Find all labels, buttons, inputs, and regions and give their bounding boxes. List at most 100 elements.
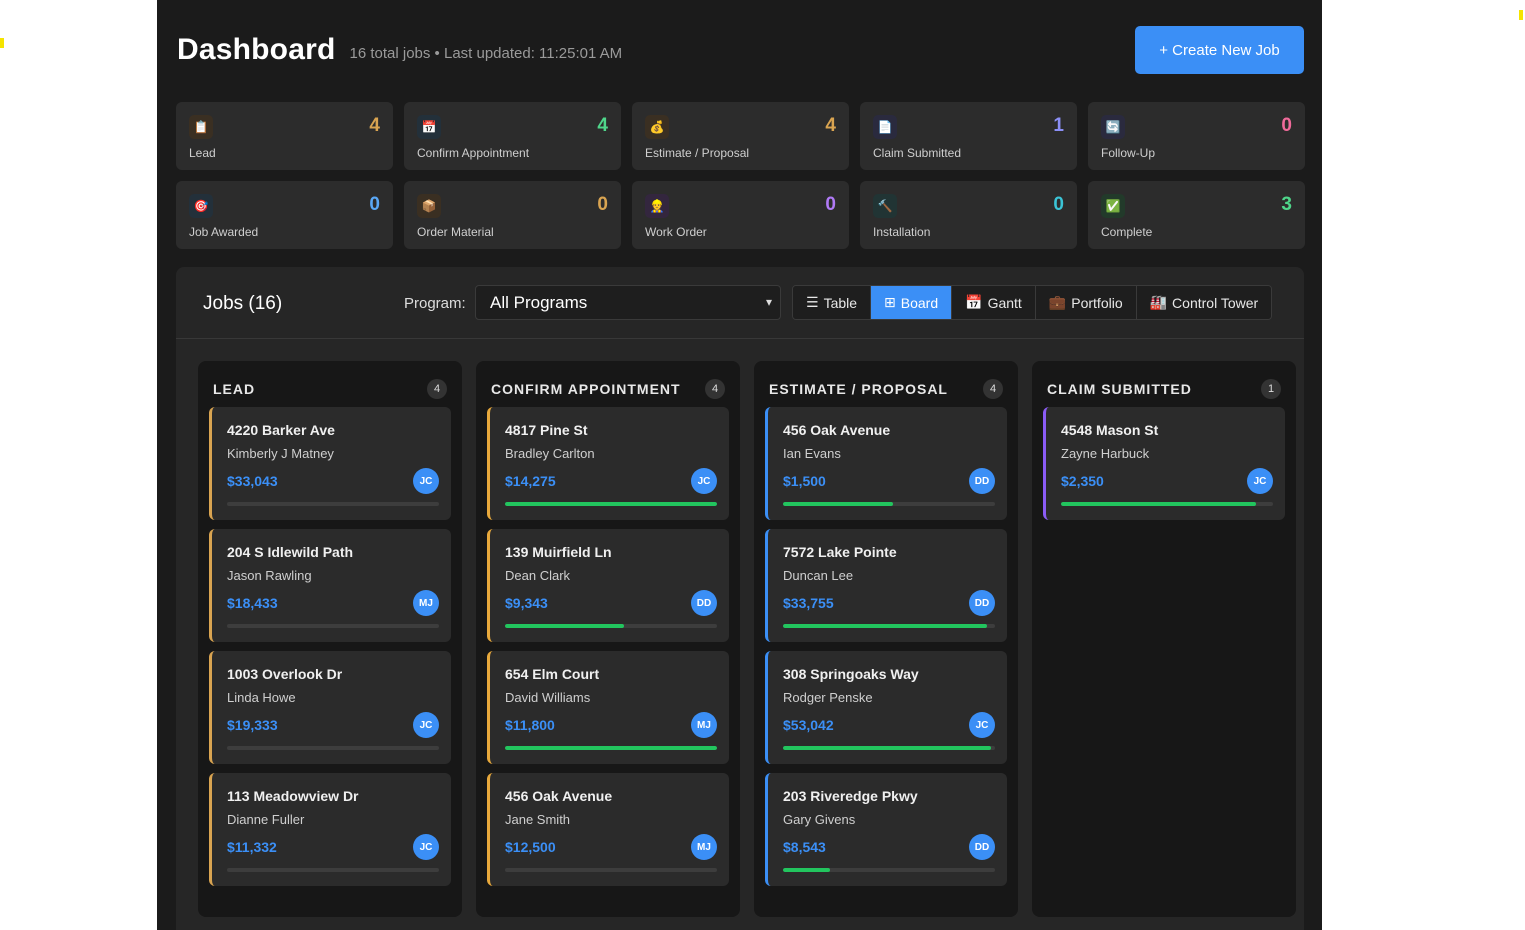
job-amount: $12,500 (505, 839, 556, 855)
customer-name: Dean Clark (505, 568, 571, 583)
job-card[interactable]: 7572 Lake Pointe Duncan Lee $33,755 DD (765, 529, 1007, 642)
job-address: 4220 Barker Ave (227, 422, 335, 438)
view-control-tower-button[interactable]: 🏭 Control Tower (1136, 286, 1272, 319)
avatar: JC (691, 468, 717, 494)
job-address: 4548 Mason St (1061, 422, 1159, 438)
job-amount: $18,433 (227, 595, 278, 611)
job-amount: $11,800 (505, 717, 555, 733)
stat-count: 0 (1053, 194, 1064, 215)
progress-fill (783, 502, 894, 506)
progress-fill (1061, 502, 1257, 506)
stat-label: Follow-Up (1101, 146, 1156, 160)
view-label: Gantt (987, 294, 1022, 311)
customer-name: Jason Rawling (227, 568, 312, 583)
document-icon: 📄 (873, 115, 897, 139)
progress-fill (783, 868, 830, 872)
stat-card[interactable]: 📄 1 Claim Submitted (860, 102, 1077, 170)
jobs-panel: Jobs (16) Program: All Programs ▾ ☰ Table… (176, 267, 1304, 930)
stat-card[interactable]: 👷 0 Work Order (632, 181, 849, 249)
progress-bar (783, 746, 995, 750)
board-column: ESTIMATE / PROPOSAL 4 456 Oak Avenue Ian Ev… (754, 361, 1018, 917)
stat-count: 4 (825, 115, 836, 136)
stat-card[interactable]: 📋 4 Lead (176, 102, 393, 170)
job-card[interactable]: 456 Oak Avenue Jane Smith $12,500 MJ (487, 773, 729, 886)
job-card[interactable]: 4817 Pine St Bradley Carlton $14,275 JC (487, 407, 729, 520)
stat-card[interactable]: 🔨 0 Installation (860, 181, 1077, 249)
column-header: CONFIRM APPOINTMENT 4 (487, 372, 729, 406)
avatar: DD (969, 834, 995, 860)
edge-marker (1519, 10, 1523, 20)
program-label: Program: (404, 295, 466, 312)
job-card[interactable]: 139 Muirfield Ln Dean Clark $9,343 DD (487, 529, 729, 642)
job-card[interactable]: 4220 Barker Ave Kimberly J Matney $33,043 J… (209, 407, 451, 520)
column-count-badge: 4 (427, 379, 447, 399)
job-card[interactable]: 456 Oak Avenue Ian Evans $1,500 DD (765, 407, 1007, 520)
progress-bar (783, 502, 995, 506)
job-amount: $11,332 (227, 839, 277, 855)
factory-icon: 🏭 (1149, 294, 1168, 310)
edge-marker (0, 38, 4, 48)
view-table-button[interactable]: ☰ Table (793, 286, 872, 319)
job-card[interactable]: 113 Meadowview Dr Dianne Fuller $11,332 JC (209, 773, 451, 886)
stat-card[interactable]: ✅ 3 Complete (1088, 181, 1305, 249)
stat-label: Installation (873, 225, 931, 239)
job-address: 204 S Idlewild Path (227, 544, 354, 560)
view-board-button[interactable]: ⊞ Board (871, 286, 953, 319)
page-header: Dashboard 16 total jobs • Last updated: … (177, 26, 1304, 74)
program-select-value: All Programs (490, 292, 588, 312)
stat-card[interactable]: 💰 4 Estimate / Proposal (632, 102, 849, 170)
job-card[interactable]: 308 Springoaks Way Rodger Penske $53,042 JC (765, 651, 1007, 764)
customer-name: Zayne Harbuck (1061, 446, 1150, 461)
view-label: Control Tower (1172, 294, 1259, 311)
stat-card[interactable]: 🎯 0 Job Awarded (176, 181, 393, 249)
column-title: ESTIMATE / PROPOSAL (769, 381, 948, 397)
stat-label: Estimate / Proposal (645, 146, 750, 160)
column-count-badge: 4 (705, 379, 725, 399)
program-select[interactable]: All Programs ▾ (475, 285, 781, 320)
job-card[interactable]: 1003 Overlook Dr Linda Howe $19,333 JC (209, 651, 451, 764)
stat-card[interactable]: 📅 4 Confirm Appointment (404, 102, 621, 170)
board-column: CONFIRM APPOINTMENT 4 4817 Pine St Bradley … (476, 361, 740, 917)
progress-bar (227, 868, 439, 872)
column-header: CLAIM SUBMITTED 1 (1043, 372, 1285, 406)
job-card[interactable]: 204 S Idlewild Path Jason Rawling $18,433 M… (209, 529, 451, 642)
job-address: 1003 Overlook Dr (227, 666, 343, 682)
progress-bar (1061, 502, 1273, 506)
board-icon: ⊞ (884, 294, 896, 310)
column-title: CONFIRM APPOINTMENT (491, 381, 681, 397)
stat-count: 0 (369, 194, 380, 215)
job-card[interactable]: 654 Elm Court David Williams $11,800 MJ (487, 651, 729, 764)
stat-label: Complete (1101, 225, 1153, 239)
job-amount: $19,333 (227, 717, 278, 733)
stat-card[interactable]: 📦 0 Order Material (404, 181, 621, 249)
job-amount: $8,543 (783, 839, 826, 855)
job-card[interactable]: 4548 Mason St Zayne Harbuck $2,350 JC (1043, 407, 1285, 520)
stat-count: 0 (597, 194, 608, 215)
progress-bar (505, 624, 717, 628)
column-header: ESTIMATE / PROPOSAL 4 (765, 372, 1007, 406)
progress-fill (505, 624, 624, 628)
avatar: JC (969, 712, 995, 738)
create-new-job-button[interactable]: + Create New Job (1135, 26, 1304, 74)
money-bag-icon: 💰 (645, 115, 669, 139)
progress-bar (505, 746, 717, 750)
jobs-toolbar: Jobs (16) Program: All Programs ▾ ☰ Table… (176, 267, 1304, 339)
view-portfolio-button[interactable]: 💼 Portfolio (1035, 286, 1137, 319)
progress-fill (783, 746, 991, 750)
calendar-icon: 📅 (417, 115, 441, 139)
customer-name: Ian Evans (783, 446, 841, 461)
column-count-badge: 4 (983, 379, 1003, 399)
job-address: 308 Springoaks Way (783, 666, 919, 682)
customer-name: Jane Smith (505, 812, 571, 827)
job-amount: $1,500 (783, 473, 826, 489)
job-amount: $33,755 (783, 595, 834, 611)
stat-count: 3 (1281, 194, 1292, 215)
progress-fill (505, 502, 717, 506)
stat-card[interactable]: 🔄 0 Follow-Up (1088, 102, 1305, 170)
view-gantt-button[interactable]: 📅 Gantt (952, 286, 1036, 319)
job-card[interactable]: 203 Riveredge Pkwy Gary Givens $8,543 DD (765, 773, 1007, 886)
job-address: 203 Riveredge Pkwy (783, 788, 918, 804)
customer-name: Linda Howe (227, 690, 296, 705)
customer-name: Rodger Penske (783, 690, 873, 705)
customer-name: Dianne Fuller (227, 812, 305, 827)
